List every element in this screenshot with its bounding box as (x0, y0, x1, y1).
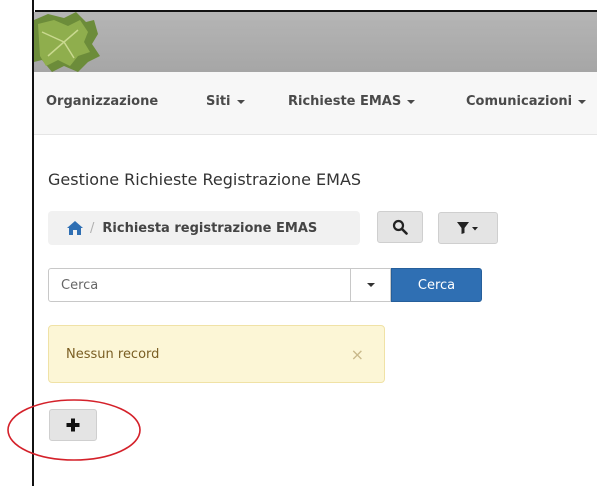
filter-button[interactable] (438, 212, 498, 244)
breadcrumb-separator: / (90, 220, 95, 236)
caret-down-icon (407, 99, 416, 104)
breadcrumb-current: Richiesta registrazione EMAS (102, 220, 318, 236)
search-input[interactable] (48, 268, 351, 302)
breadcrumb: / Richiesta registrazione EMAS (48, 211, 360, 245)
close-icon[interactable]: × (351, 345, 364, 364)
nav-item-organizzazione[interactable]: Organizzazione (46, 94, 158, 109)
nav-item-siti[interactable]: Siti (206, 94, 245, 109)
leaf-logo-icon (34, 12, 100, 72)
main-navbar: Organizzazione Siti Richieste EMAS Comun… (34, 72, 597, 135)
search-button[interactable]: Cerca (391, 268, 482, 302)
nav-item-label: Richieste EMAS (288, 94, 402, 109)
caret-down-icon (366, 283, 375, 287)
nav-item-label: Comunicazioni (466, 94, 573, 109)
highlight-circle (7, 399, 141, 461)
nav-item-label: Organizzazione (46, 94, 159, 109)
caret-down-icon (578, 99, 587, 104)
search-options-dropdown[interactable] (351, 268, 391, 302)
page-title: Gestione Richieste Registrazione EMAS (48, 170, 362, 189)
nav-item-richieste-emas[interactable]: Richieste EMAS (288, 94, 416, 109)
filter-icon (457, 222, 478, 234)
home-icon[interactable] (66, 220, 84, 236)
no-records-alert: Nessun record × (48, 325, 385, 383)
caret-down-icon (236, 99, 245, 104)
nav-item-comunicazioni[interactable]: Comunicazioni (466, 94, 587, 109)
search-icon (392, 219, 408, 235)
nav-item-label: Siti (206, 94, 231, 109)
search-toggle-button[interactable] (377, 211, 423, 243)
alert-message: Nessun record (66, 347, 160, 362)
window-frame-top (0, 0, 597, 12)
header-banner (34, 12, 597, 72)
